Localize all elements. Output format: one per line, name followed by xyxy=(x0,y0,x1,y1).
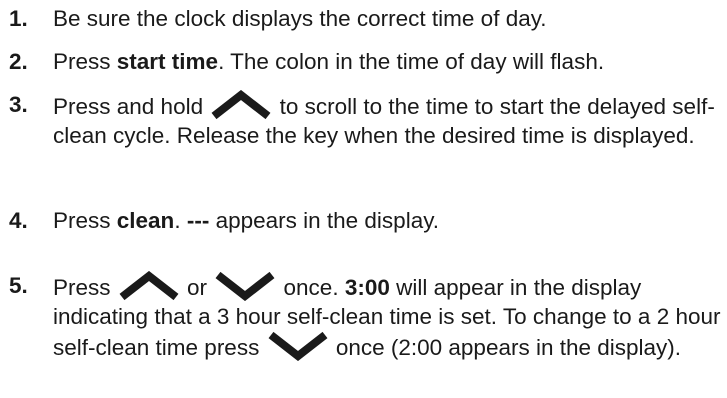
step-text-part: . The colon in the time of day will flas… xyxy=(218,49,605,74)
step-number: 5. xyxy=(9,273,28,298)
key-name-start-time: start time xyxy=(116,49,219,74)
step-text: Press and hold to scroll to the time to … xyxy=(53,90,721,150)
step-text-part: Press xyxy=(53,208,117,233)
step-text-part: Be sure the clock displays the correct t… xyxy=(53,6,547,31)
step-text-part: once. xyxy=(277,275,345,300)
step-text-part: or xyxy=(180,275,214,300)
step-text: Press or once. 3:00 will appear in the d… xyxy=(53,271,721,362)
step-text: Press start time. The colon in the time … xyxy=(53,47,721,76)
step-number: 2. xyxy=(9,49,28,74)
chevron-up-icon xyxy=(209,90,273,120)
chevron-down-icon xyxy=(266,331,330,361)
step-1: 1. Be sure the clock displays the correc… xyxy=(9,4,721,33)
display-dashes: --- xyxy=(186,208,210,233)
step-number: 3. xyxy=(9,92,28,117)
step-3: 3. Press and hold to scroll to the time … xyxy=(9,90,721,150)
step-5: 5. Press or once. 3:00 will appear in th… xyxy=(9,271,721,362)
step-number: 1. xyxy=(9,6,28,31)
display-time-3-00: 3:00 xyxy=(344,275,390,300)
chevron-down-icon xyxy=(213,271,277,301)
step-text: Press clean. --- appears in the display. xyxy=(53,206,721,235)
step-text: Be sure the clock displays the correct t… xyxy=(53,4,721,33)
step-text-part: appears in the display. xyxy=(209,208,440,233)
step-text-part: . xyxy=(174,208,187,233)
step-text-part: once (2:00 appears in the display). xyxy=(329,335,682,360)
step-4: 4. Press clean. --- appears in the displ… xyxy=(9,206,721,235)
key-name-clean: clean xyxy=(116,208,175,233)
step-text-part: Press and hold xyxy=(53,94,210,119)
step-number: 4. xyxy=(9,208,28,233)
step-text-part: Press xyxy=(53,49,117,74)
chevron-up-icon xyxy=(117,271,181,301)
step-2: 2. Press start time. The colon in the ti… xyxy=(9,47,721,76)
step-text-part: Press xyxy=(53,275,117,300)
